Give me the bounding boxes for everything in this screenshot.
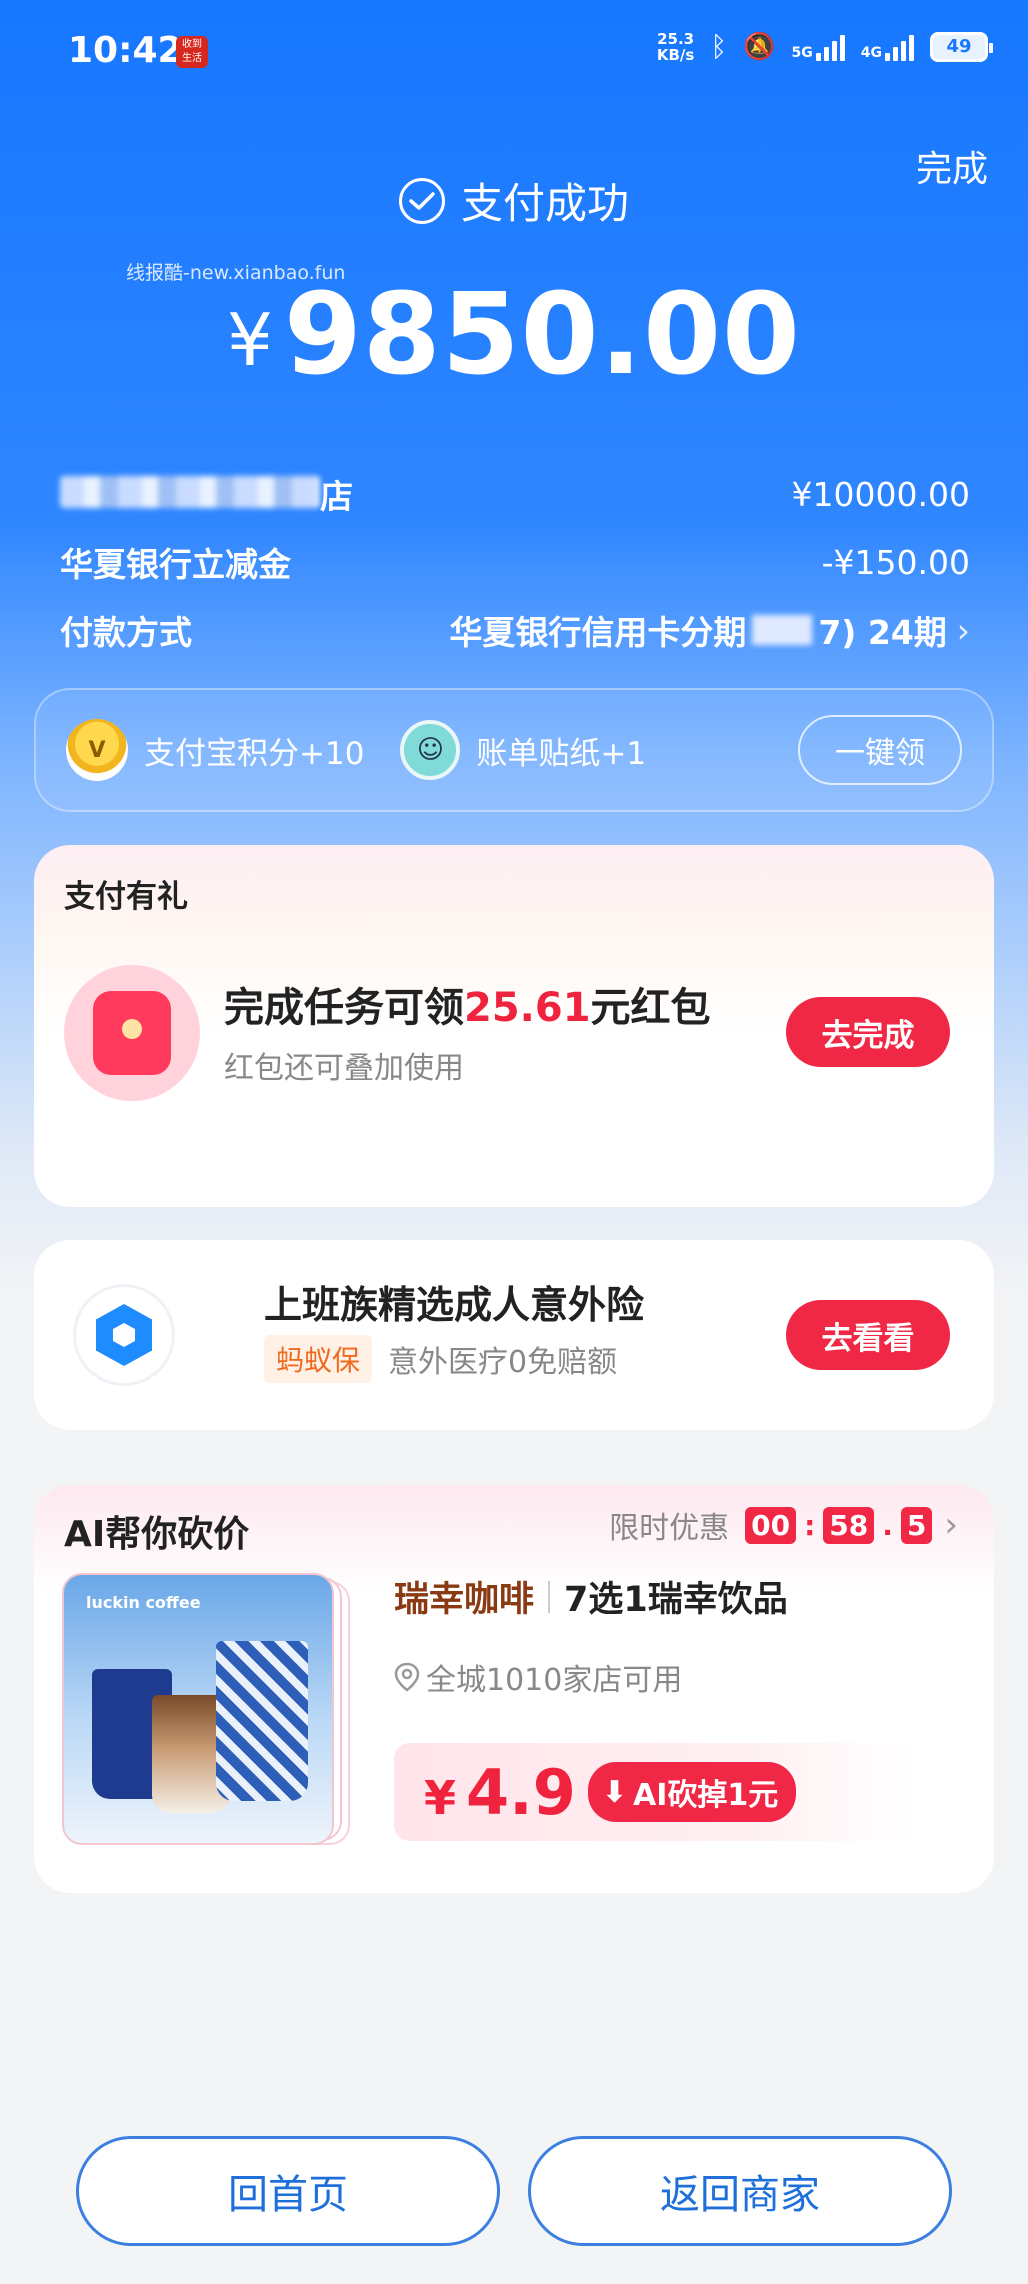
back-home-button[interactable]: 回首页 [76, 2136, 500, 2246]
sticker-icon: ☺ [400, 720, 461, 780]
down-arrow-icon: ⬇ [601, 1774, 627, 1810]
insurance-card[interactable]: 上班族精选成人意外险 蚂蚁保 意外医疗0免赔额 去看看 [34, 1240, 994, 1430]
gift-main-text: 完成任务可领25.61元红包 [224, 975, 711, 1033]
payment-method-suffix: 7) 24期 [818, 613, 947, 652]
chevron-right-icon: › [956, 610, 970, 650]
product-brand: 瑞幸咖啡 [394, 1580, 535, 1620]
product-image: luckin coffee [62, 1573, 334, 1845]
rewards-bar: V 支付宝积分+10 ☺ 账单贴纸+1 一键领 [34, 688, 994, 812]
location-pin-icon [394, 1662, 420, 1692]
signal-5g-label: 5G [791, 44, 813, 61]
back-to-merchant-button[interactable]: 返回商家 [528, 2136, 952, 2246]
product-name: 7选1瑞幸饮品 [564, 1580, 788, 1620]
payment-method-label: 付款方式 [60, 613, 192, 652]
limited-offer-label: 限时优惠 [609, 1511, 730, 1546]
limited-offer[interactable]: 限时优惠 00 : 58 . 5 › [609, 1503, 958, 1547]
red-packet-icon [64, 965, 200, 1101]
product-price: ¥4.9 [424, 1756, 576, 1829]
claim-all-button[interactable]: 一键领 [798, 715, 962, 785]
ai-card-title: AI帮你砍价 [64, 1514, 250, 1555]
price-value: 4.9 [466, 1755, 576, 1829]
check-circle-icon [398, 177, 445, 224]
status-indicators: 25.3 KB/s ᛒ 🔕 5G 4G 49 [657, 30, 993, 63]
timer-seconds: 58 [823, 1506, 875, 1544]
signal-4g: 4G [861, 33, 914, 61]
battery-level: 49 [946, 36, 972, 57]
mute-icon: 🔕 [743, 31, 776, 62]
product-title: 瑞幸咖啡 7选1瑞幸饮品 [394, 1571, 788, 1622]
go-see-button[interactable]: 去看看 [786, 1300, 950, 1370]
merchant-name: 店 [60, 470, 353, 518]
gift-sub-text: 红包还可叠加使用 [224, 1051, 464, 1086]
blue-cup-icon [216, 1641, 308, 1801]
status-time: 10:42 [68, 30, 183, 71]
gift-card-title: 支付有礼 [64, 879, 188, 915]
sticker-reward-label: 账单贴纸+1 [476, 735, 647, 772]
payment-method-value[interactable]: 华夏银行信用卡分期 7) 24期 › [449, 606, 970, 654]
payment-success-text: 支付成功 [460, 179, 629, 228]
ai-cut-label: AI砍掉1元 [633, 1778, 779, 1813]
app-notification-icon: 收到 生活 [176, 36, 208, 68]
blurred-merchant-name [60, 476, 320, 508]
network-speed-unit: KB/s [656, 45, 695, 64]
chevron-right-icon: › [944, 1505, 958, 1545]
title-divider [548, 1580, 551, 1613]
points-reward: V 支付宝积分+10 [66, 719, 364, 781]
network-speed: 25.3 KB/s [657, 31, 694, 63]
discount-amount: -¥150.00 [821, 542, 970, 582]
gift-main-suffix: 元红包 [590, 985, 711, 1031]
battery-icon: 49 [930, 31, 993, 62]
ai-cut-badge: ⬇ AI砍掉1元 [587, 1762, 797, 1822]
price-currency: ¥ [424, 1770, 457, 1825]
payment-method-prefix: 华夏银行信用卡分期 [449, 613, 747, 652]
points-reward-label: 支付宝积分+10 [144, 735, 365, 772]
payment-gift-card: 支付有礼 完成任务可领25.61元红包 红包还可叠加使用 去完成 [34, 845, 994, 1207]
merchant-amount: ¥10000.00 [791, 474, 970, 514]
signal-bars-icon [815, 33, 845, 61]
bluetooth-icon: ᛒ [710, 30, 728, 63]
merchant-row: 店 ¥10000.00 [60, 470, 970, 518]
product-location-text: 全城1010家店可用 [426, 1663, 683, 1698]
go-complete-button[interactable]: 去完成 [786, 997, 950, 1067]
signal-5g: 5G [792, 33, 845, 61]
insurance-meta: 蚂蚁保 意外医疗0免赔额 [264, 1335, 617, 1383]
discount-row: 华夏银行立减金 -¥150.00 [60, 538, 970, 586]
product-location: 全城1010家店可用 [394, 1655, 682, 1699]
timer-minutes: 00 [745, 1506, 797, 1544]
app-notification-icon-text: 收到 生活 [182, 39, 202, 64]
merchant-suffix: 店 [320, 477, 353, 516]
ant-insurance-logo-icon [76, 1287, 172, 1383]
timer-tenths: 5 [900, 1506, 933, 1544]
amount-currency: ¥ [227, 298, 274, 382]
price-bar: ¥4.9 ⬇ AI砍掉1元 [394, 1743, 914, 1841]
product-image-brand: luckin coffee [86, 1593, 201, 1612]
signal-bars-icon [885, 33, 914, 61]
timer-dot: . [882, 1508, 893, 1542]
payment-success-header: 支付成功 [0, 170, 1028, 231]
gift-main-prefix: 完成任务可领 [224, 985, 464, 1031]
paid-amount: ¥9850.00 [0, 270, 1028, 400]
insurance-title: 上班族精选成人意外险 [264, 1283, 645, 1327]
discount-label: 华夏银行立减金 [60, 545, 291, 584]
blurred-payment-info [752, 615, 813, 645]
signal-4g-label: 4G [860, 44, 882, 61]
timer-colon: : [804, 1508, 816, 1542]
sticker-reward: ☺ 账单贴纸+1 [400, 720, 646, 780]
amount-value: 9850.00 [283, 270, 801, 400]
gift-main-amount: 25.61 [464, 985, 591, 1031]
ai-bargain-card[interactable]: AI帮你砍价 限时优惠 00 : 58 . 5 › luckin coffee … [34, 1485, 994, 1893]
points-coin-icon: V [66, 719, 128, 781]
insurance-tag: 蚂蚁保 [264, 1335, 373, 1383]
payment-method-row[interactable]: 付款方式 华夏银行信用卡分期 7) 24期 › [60, 606, 970, 654]
network-speed-value: 25.3 [657, 29, 695, 48]
insurance-desc: 意外医疗0免赔额 [388, 1345, 618, 1380]
